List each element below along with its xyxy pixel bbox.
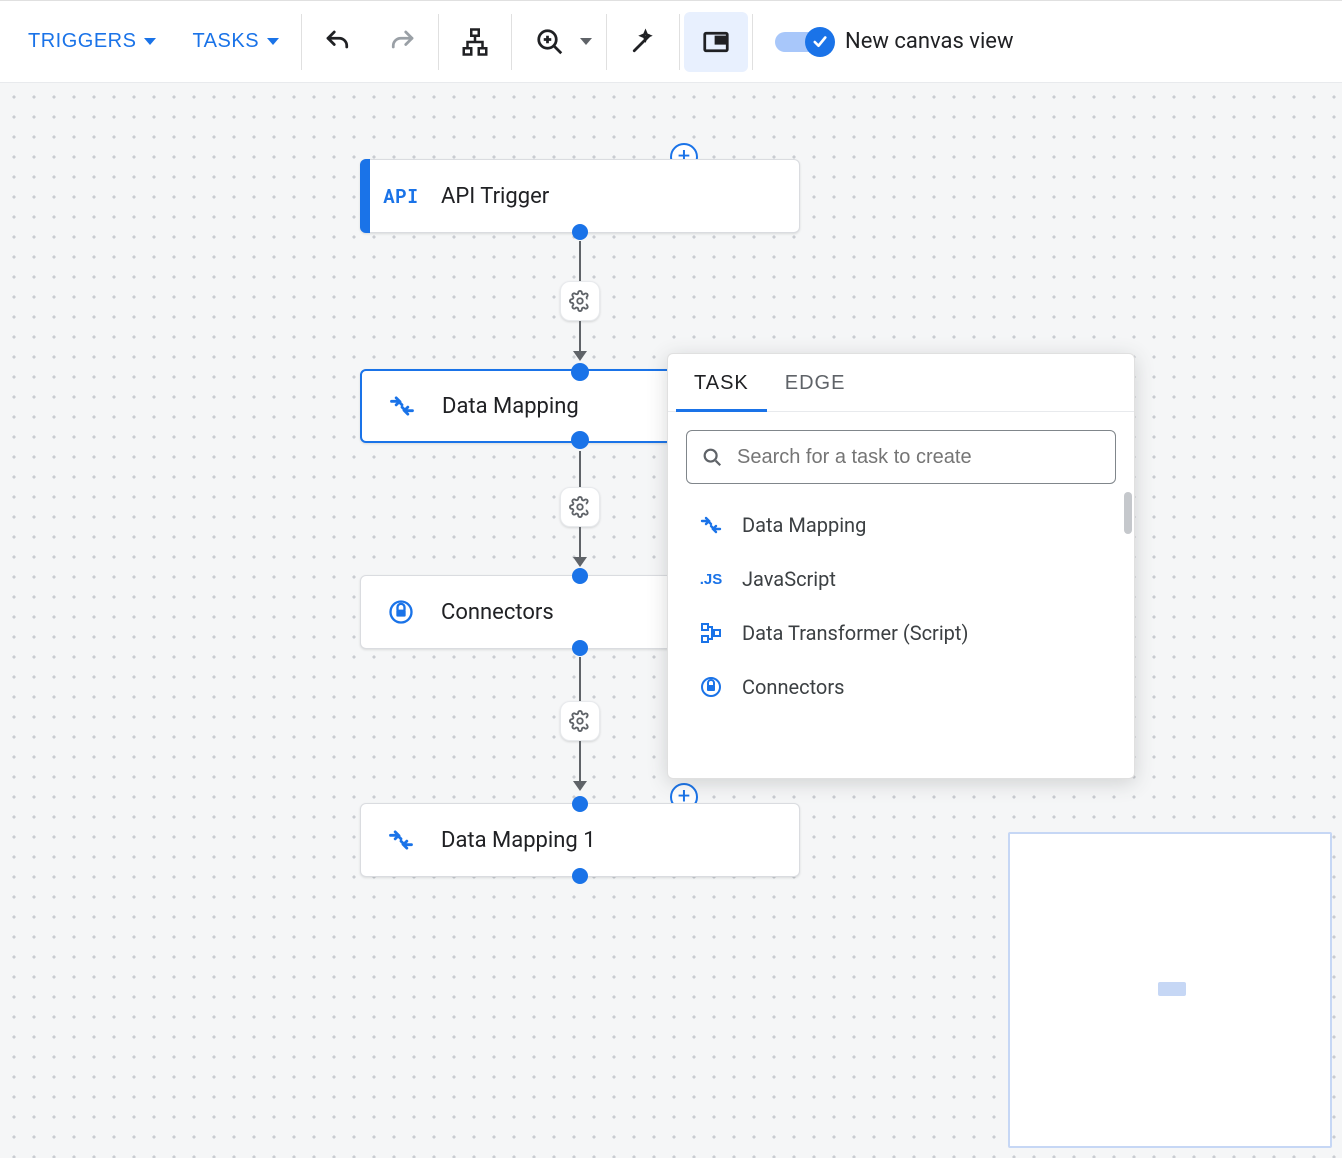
redo-button[interactable]: [370, 12, 434, 72]
tasks-menu[interactable]: TASKS: [174, 14, 297, 70]
task-item-javascript[interactable]: .JS JavaScript: [668, 552, 1134, 606]
task-panel-tabs: TASK EDGE: [668, 354, 1134, 412]
data-mapping-icon: [698, 512, 724, 538]
toolbar-separator: [301, 14, 302, 70]
edge: [579, 657, 581, 701]
toolbar: TRIGGERS TASKS New canva: [0, 0, 1342, 82]
javascript-icon: .JS: [698, 566, 724, 592]
api-icon: API: [385, 180, 417, 212]
gear-icon: [569, 290, 591, 312]
input-port[interactable]: [572, 568, 588, 584]
gear-icon: [569, 496, 591, 518]
edge: [579, 527, 581, 557]
minimap[interactable]: [1008, 832, 1332, 1148]
tasks-label: TASKS: [192, 30, 259, 53]
create-task-panel: TASK EDGE Data Mapping .JS JavaScript: [667, 353, 1135, 779]
task-search-input[interactable]: [735, 445, 1101, 470]
sitemap-icon: [460, 27, 490, 57]
node-label: Data Mapping: [442, 394, 579, 419]
accent-bar: [360, 159, 370, 233]
arrow-down-icon: [573, 557, 587, 567]
task-item-data-mapping[interactable]: Data Mapping: [668, 498, 1134, 552]
node-label: API Trigger: [441, 184, 549, 209]
zoom-in-icon: [535, 27, 565, 57]
canvas-inner: + API API Trigger Data Mapping: [0, 83, 1342, 1158]
task-item-label: Data Mapping: [742, 513, 866, 537]
connectors-icon: [385, 596, 417, 628]
task-search-box[interactable]: [686, 430, 1116, 484]
toggle-switch[interactable]: [775, 32, 831, 52]
canvas-view-toggle[interactable]: New canvas view: [775, 29, 1013, 54]
output-port[interactable]: [572, 224, 588, 240]
edge: [579, 241, 581, 281]
data-mapping-icon: [385, 824, 417, 856]
toolbar-separator: [679, 14, 680, 70]
minimap-toggle-button[interactable]: [684, 12, 748, 72]
edge: [579, 451, 581, 487]
search-icon: [701, 446, 723, 468]
output-port[interactable]: [572, 640, 588, 656]
node-data-mapping-1[interactable]: Data Mapping 1: [360, 803, 800, 877]
scrollbar-thumb[interactable]: [1124, 492, 1132, 534]
toolbar-separator: [606, 14, 607, 70]
arrow-down-icon: [573, 351, 587, 361]
output-port[interactable]: [572, 868, 588, 884]
magic-wand-icon: [628, 27, 658, 57]
input-port[interactable]: [571, 363, 589, 381]
edge: [579, 741, 581, 781]
chevron-down-icon: [267, 38, 279, 45]
zoom-button[interactable]: [526, 12, 574, 72]
minimap-node: [1158, 982, 1186, 996]
node-label: Data Mapping 1: [441, 828, 596, 853]
task-item-label: Connectors: [742, 675, 844, 699]
arrow-down-icon: [573, 781, 587, 791]
triggers-menu[interactable]: TRIGGERS: [10, 14, 174, 70]
task-item-label: Data Transformer (Script): [742, 621, 968, 645]
edge-settings-button[interactable]: [560, 487, 600, 527]
task-item-label: JavaScript: [742, 567, 836, 591]
triggers-label: TRIGGERS: [28, 30, 136, 53]
check-icon: [811, 33, 829, 51]
chevron-down-icon: [144, 38, 156, 45]
tab-task[interactable]: TASK: [676, 354, 767, 412]
tab-edge[interactable]: EDGE: [767, 354, 864, 412]
task-item-data-transformer[interactable]: Data Transformer (Script): [668, 606, 1134, 660]
auto-layout-button[interactable]: [443, 12, 507, 72]
redo-icon: [387, 27, 417, 57]
data-mapping-icon: [386, 390, 418, 422]
output-port[interactable]: [571, 431, 589, 449]
data-transformer-icon: [698, 620, 724, 646]
canvas[interactable]: + API API Trigger Data Mapping: [0, 82, 1342, 1158]
gear-icon: [569, 710, 591, 732]
task-list[interactable]: Data Mapping .JS JavaScript Data Transfo…: [668, 492, 1134, 778]
toggle-label: New canvas view: [845, 29, 1013, 54]
toolbar-separator: [752, 14, 753, 70]
zoom-menu[interactable]: [516, 12, 602, 72]
undo-button[interactable]: [306, 12, 370, 72]
connectors-icon: [698, 674, 724, 700]
undo-icon: [323, 27, 353, 57]
edge: [579, 321, 581, 351]
task-item-connectors[interactable]: Connectors: [668, 660, 1134, 714]
node-label: Connectors: [441, 600, 554, 625]
input-port[interactable]: [572, 796, 588, 812]
toolbar-separator: [511, 14, 512, 70]
node-api-trigger[interactable]: API API Trigger: [360, 159, 800, 233]
chevron-down-icon: [580, 38, 592, 45]
minimap-icon: [701, 27, 731, 57]
toggle-knob: [805, 27, 835, 57]
edge-settings-button[interactable]: [560, 281, 600, 321]
magic-wand-button[interactable]: [611, 12, 675, 72]
toolbar-separator: [438, 14, 439, 70]
edge-settings-button[interactable]: [560, 701, 600, 741]
